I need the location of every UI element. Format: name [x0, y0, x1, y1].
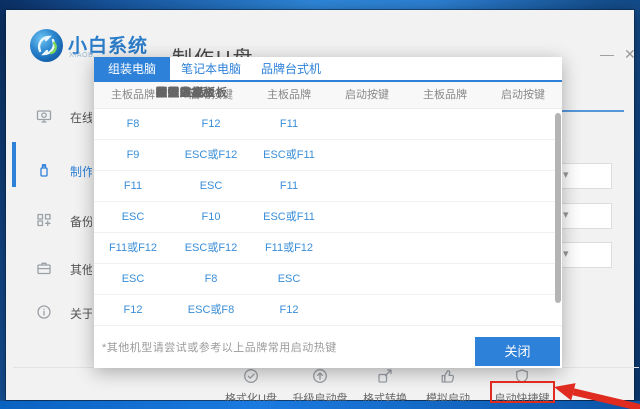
column-header: 主板品牌: [267, 89, 311, 101]
sidebar-item-label: 备份: [70, 215, 92, 229]
key-cell: F11: [123, 180, 143, 192]
key-cell: F11或F12: [108, 242, 158, 254]
toolbar-item-label: 格式化U盘: [225, 393, 277, 405]
table-row: 冠盟主板 F11或F12 富士康主板 ESC或F12 顶星主板 F11或F12: [94, 87, 562, 264]
table-row: Intel主板 F12 杰微主板 ESC或F8 致铭主板 F12: [94, 87, 562, 326]
convert-export-icon: [377, 368, 393, 384]
tab-brand-desktop[interactable]: 品牌台式机: [254, 57, 328, 82]
thumbs-up-icon: [440, 368, 456, 384]
sidebar-item-label: 在线: [70, 111, 92, 125]
key-cell: F12: [123, 304, 143, 316]
column-header: 启动按键: [345, 89, 389, 101]
dropdown-select[interactable]: [554, 203, 612, 229]
modal-close-button[interactable]: 关闭: [475, 337, 560, 366]
usb-drive-icon: [36, 162, 52, 183]
close-icon[interactable]: ✕: [624, 46, 636, 62]
dropdown-select[interactable]: [554, 163, 612, 189]
sidebar-item-label: 关于: [70, 307, 92, 321]
sidebar-item-backup-restore[interactable]: 备份: [6, 210, 92, 232]
modal-scrollbar-thumb[interactable]: [555, 113, 561, 303]
sidebar-item-label: 制作: [70, 165, 92, 179]
toolbar-item-simulate-boot[interactable]: 模拟启动: [408, 368, 488, 405]
table-row: 映泰主板 F9 梅捷主板 ESC或F12 七彩虹主板 ESC或F11: [94, 87, 562, 171]
info-icon: [36, 304, 52, 325]
key-cell: F12: [201, 118, 221, 130]
desktop-background: 小白系统 XIAOBAI 制作U盘 — ✕ 在线 制作 备份: [0, 0, 640, 409]
key-cell: ESC或F11: [263, 149, 315, 161]
table-row: 华硕主板 F8 技嘉主板 F12 微星主板 F11: [94, 87, 562, 140]
table-row: 华擎主板 F11 斯巴达克主板 ESC 昂达主板 F11: [94, 87, 562, 202]
column-header: 主板品牌: [423, 89, 467, 101]
check-circle-icon: [243, 368, 259, 384]
key-cell: ESC: [277, 273, 301, 285]
monitor-icon: [36, 108, 52, 129]
key-cell: F8: [204, 273, 218, 285]
minimize-icon[interactable]: —: [600, 46, 614, 62]
key-cell: ESC: [121, 273, 145, 285]
key-cell: ESC: [121, 211, 145, 223]
key-cell: F9: [126, 149, 140, 161]
sidebar-item-make-usb[interactable]: 制作: [6, 160, 92, 182]
sidebar-item-online-reinstall[interactable]: 在线: [6, 106, 92, 128]
key-cell: F8: [126, 118, 140, 130]
table-row: 铭瑄主板 ESC 盈通主板 F8 捷波主板 ESC: [94, 87, 562, 295]
backup-grid-icon: [36, 212, 52, 233]
sidebar-item-other[interactable]: 其他: [6, 258, 92, 280]
key-cell: ESC: [199, 180, 223, 192]
key-cell: F11或F12: [264, 242, 314, 254]
sidebar-item-about[interactable]: 关于: [6, 302, 92, 324]
annotation-highlight-box: [490, 381, 555, 403]
sidebar-item-label: 其他: [70, 263, 92, 277]
key-cell: F12: [279, 304, 299, 316]
key-cell: F10: [201, 211, 221, 223]
modal-footnote: *其他机型请尝试或参考以上品牌常用启动热键: [102, 342, 337, 354]
column-header: 启动按键: [501, 89, 545, 101]
arrow-up-circle-icon: [312, 368, 328, 384]
key-cell: ESC或F12: [184, 242, 238, 254]
app-window: 小白系统 XIAOBAI 制作U盘 — ✕ 在线 制作 备份: [6, 10, 640, 409]
toolbar-item-format-usb[interactable]: 格式化U盘: [211, 368, 291, 405]
app-brand-subtitle: XIAOBAI: [69, 52, 94, 59]
table-row: 双敏主板 ESC 翔升主板 F10 精英主板 ESC或F11: [94, 87, 562, 233]
boot-hotkey-modal: 组装电脑 笔记本电脑 品牌台式机 主板品牌 启动按键 主板品牌 启动按键 主板品…: [94, 57, 562, 368]
key-cell: ESC或F11: [263, 211, 315, 223]
key-cell: F11: [279, 118, 299, 130]
app-logo-icon: [30, 29, 63, 62]
briefcase-icon: [36, 260, 52, 281]
brand-cell: 致铭主板: [156, 87, 204, 99]
annotation-arrow-icon: [552, 380, 640, 409]
key-cell: ESC或F12: [184, 149, 238, 161]
toolbar-item-label: 模拟启动: [426, 393, 470, 405]
key-cell: ESC或F8: [187, 304, 235, 316]
dropdown-select[interactable]: [554, 242, 612, 268]
key-cell: F11: [279, 180, 299, 192]
